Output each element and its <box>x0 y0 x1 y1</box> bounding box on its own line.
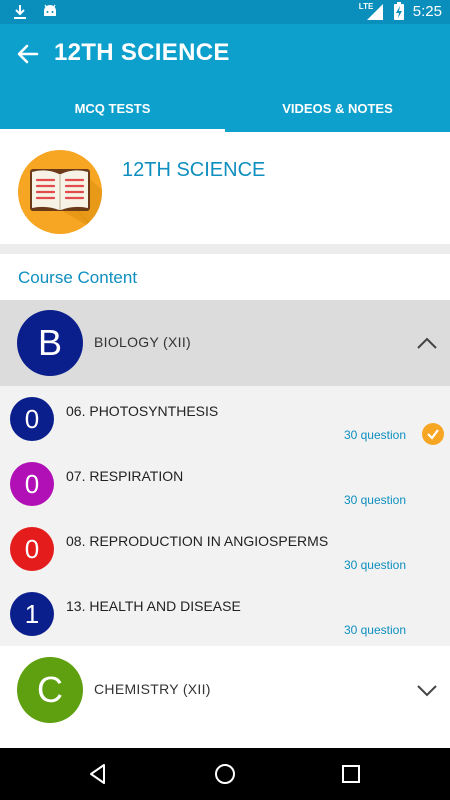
topic-count-badge: 0 <box>10 397 54 441</box>
topic-name: 07. RESPIRATION <box>66 468 184 484</box>
topic-row-respiration[interactable]: 0 07. RESPIRATION 30 question <box>0 451 450 516</box>
book-icon <box>18 150 102 234</box>
tab-videos-notes[interactable]: VIDEOS & NOTES <box>225 84 450 132</box>
chevron-down-icon[interactable] <box>416 679 438 701</box>
topic-name: 13. HEALTH AND DISEASE <box>66 598 241 614</box>
course-title: 12TH SCIENCE <box>122 159 266 181</box>
network-label: LTE <box>358 2 374 11</box>
question-count: 30 question <box>343 428 406 442</box>
subject-header-biology[interactable]: B BIOLOGY (XII) <box>0 300 450 386</box>
question-count: 30 question <box>343 493 406 507</box>
course-content-heading: Course Content <box>18 268 138 287</box>
home-circle-icon[interactable] <box>213 762 237 786</box>
subject-avatar: B <box>17 310 83 376</box>
subject-name: BIOLOGY (XII) <box>94 334 191 350</box>
subject-avatar: C <box>17 657 83 723</box>
android-icon <box>44 4 56 16</box>
question-count: 30 question <box>343 558 406 572</box>
back-button[interactable] <box>14 40 42 68</box>
recents-square-icon[interactable] <box>339 762 363 786</box>
back-triangle-icon[interactable] <box>86 762 110 786</box>
topic-name: 08. REPRODUCTION IN ANGIOSPERMS <box>66 533 329 549</box>
page-title: 12TH SCIENCE <box>54 39 230 66</box>
system-nav-bar <box>0 748 450 800</box>
course-content-card: Course Content B BIOLOGY (XII) 0 06. PHO… <box>0 254 450 748</box>
topic-count-badge: 0 <box>10 527 54 571</box>
app-bar: 12TH SCIENCE <box>0 24 450 84</box>
tab-mcq-tests[interactable]: MCQ TESTS <box>0 84 225 132</box>
topic-row-health-and-disease[interactable]: 1 13. HEALTH AND DISEASE 30 question <box>0 581 450 646</box>
status-bar: LTE 5:25 <box>0 0 450 24</box>
question-count: 30 question <box>343 623 406 637</box>
status-time: 5:25 <box>412 2 442 20</box>
check-circle-icon <box>422 423 444 445</box>
topic-row-reproduction-in-angiosperms[interactable]: 0 08. REPRODUCTION IN ANGIOSPERMS 30 que… <box>0 516 450 581</box>
arrow-left-icon <box>17 44 39 64</box>
topic-row-photosynthesis[interactable]: 0 06. PHOTOSYNTHESIS 30 question <box>0 386 450 451</box>
download-icon <box>14 5 26 19</box>
topic-count-badge: 1 <box>10 592 54 636</box>
topic-count-badge: 0 <box>10 462 54 506</box>
subject-header-chemistry[interactable]: C CHEMISTRY (XII) <box>0 647 450 733</box>
chevron-up-icon[interactable] <box>416 332 438 354</box>
battery-icon <box>393 2 404 20</box>
subject-name: CHEMISTRY (XII) <box>94 681 211 697</box>
course-header-card: 12TH SCIENCE <box>0 132 450 244</box>
topic-name: 06. PHOTOSYNTHESIS <box>66 403 219 419</box>
tab-bar: MCQ TESTS VIDEOS & NOTES <box>0 84 450 132</box>
